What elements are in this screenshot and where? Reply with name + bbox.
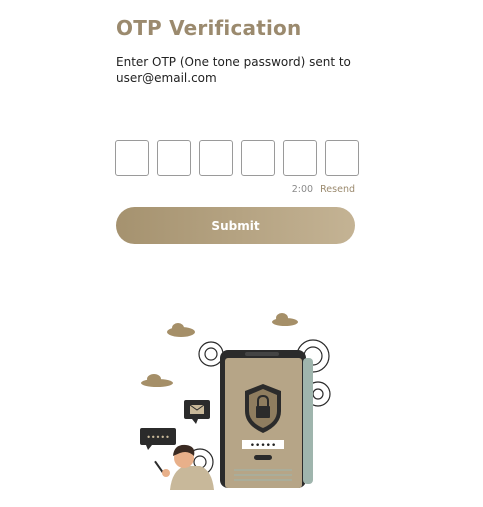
- resend-row: 2:00 Resend: [292, 184, 355, 195]
- otp-digit-4[interactable]: [241, 140, 275, 176]
- countdown-timer: 2:00: [291, 184, 314, 195]
- submit-button[interactable]: Submit: [116, 207, 355, 244]
- phone-code-mask: •••••: [250, 441, 277, 451]
- cloud-icon: [167, 323, 195, 337]
- security-illustration: ••••• •••••: [130, 310, 340, 495]
- resend-link[interactable]: Resend: [320, 184, 355, 195]
- otp-digit-1[interactable]: [115, 140, 149, 176]
- otp-digit-3[interactable]: [199, 140, 233, 176]
- phone-security-illustration: ••••• •••••: [140, 313, 331, 490]
- otp-input-group: [115, 140, 359, 176]
- phone-button: [254, 455, 272, 460]
- otp-digit-5[interactable]: [283, 140, 317, 176]
- otp-digit-2[interactable]: [157, 140, 191, 176]
- page-title: OTP Verification: [116, 16, 302, 40]
- cloud-icon: [141, 374, 173, 387]
- mail-icon: [184, 400, 210, 424]
- cloud-icon: [272, 313, 298, 326]
- otp-digit-6[interactable]: [325, 140, 359, 176]
- otp-instructions: Enter OTP (One tone password) sent to us…: [116, 55, 351, 85]
- chat-bubble-mask: •••••: [146, 433, 170, 442]
- person-icon: [154, 444, 214, 490]
